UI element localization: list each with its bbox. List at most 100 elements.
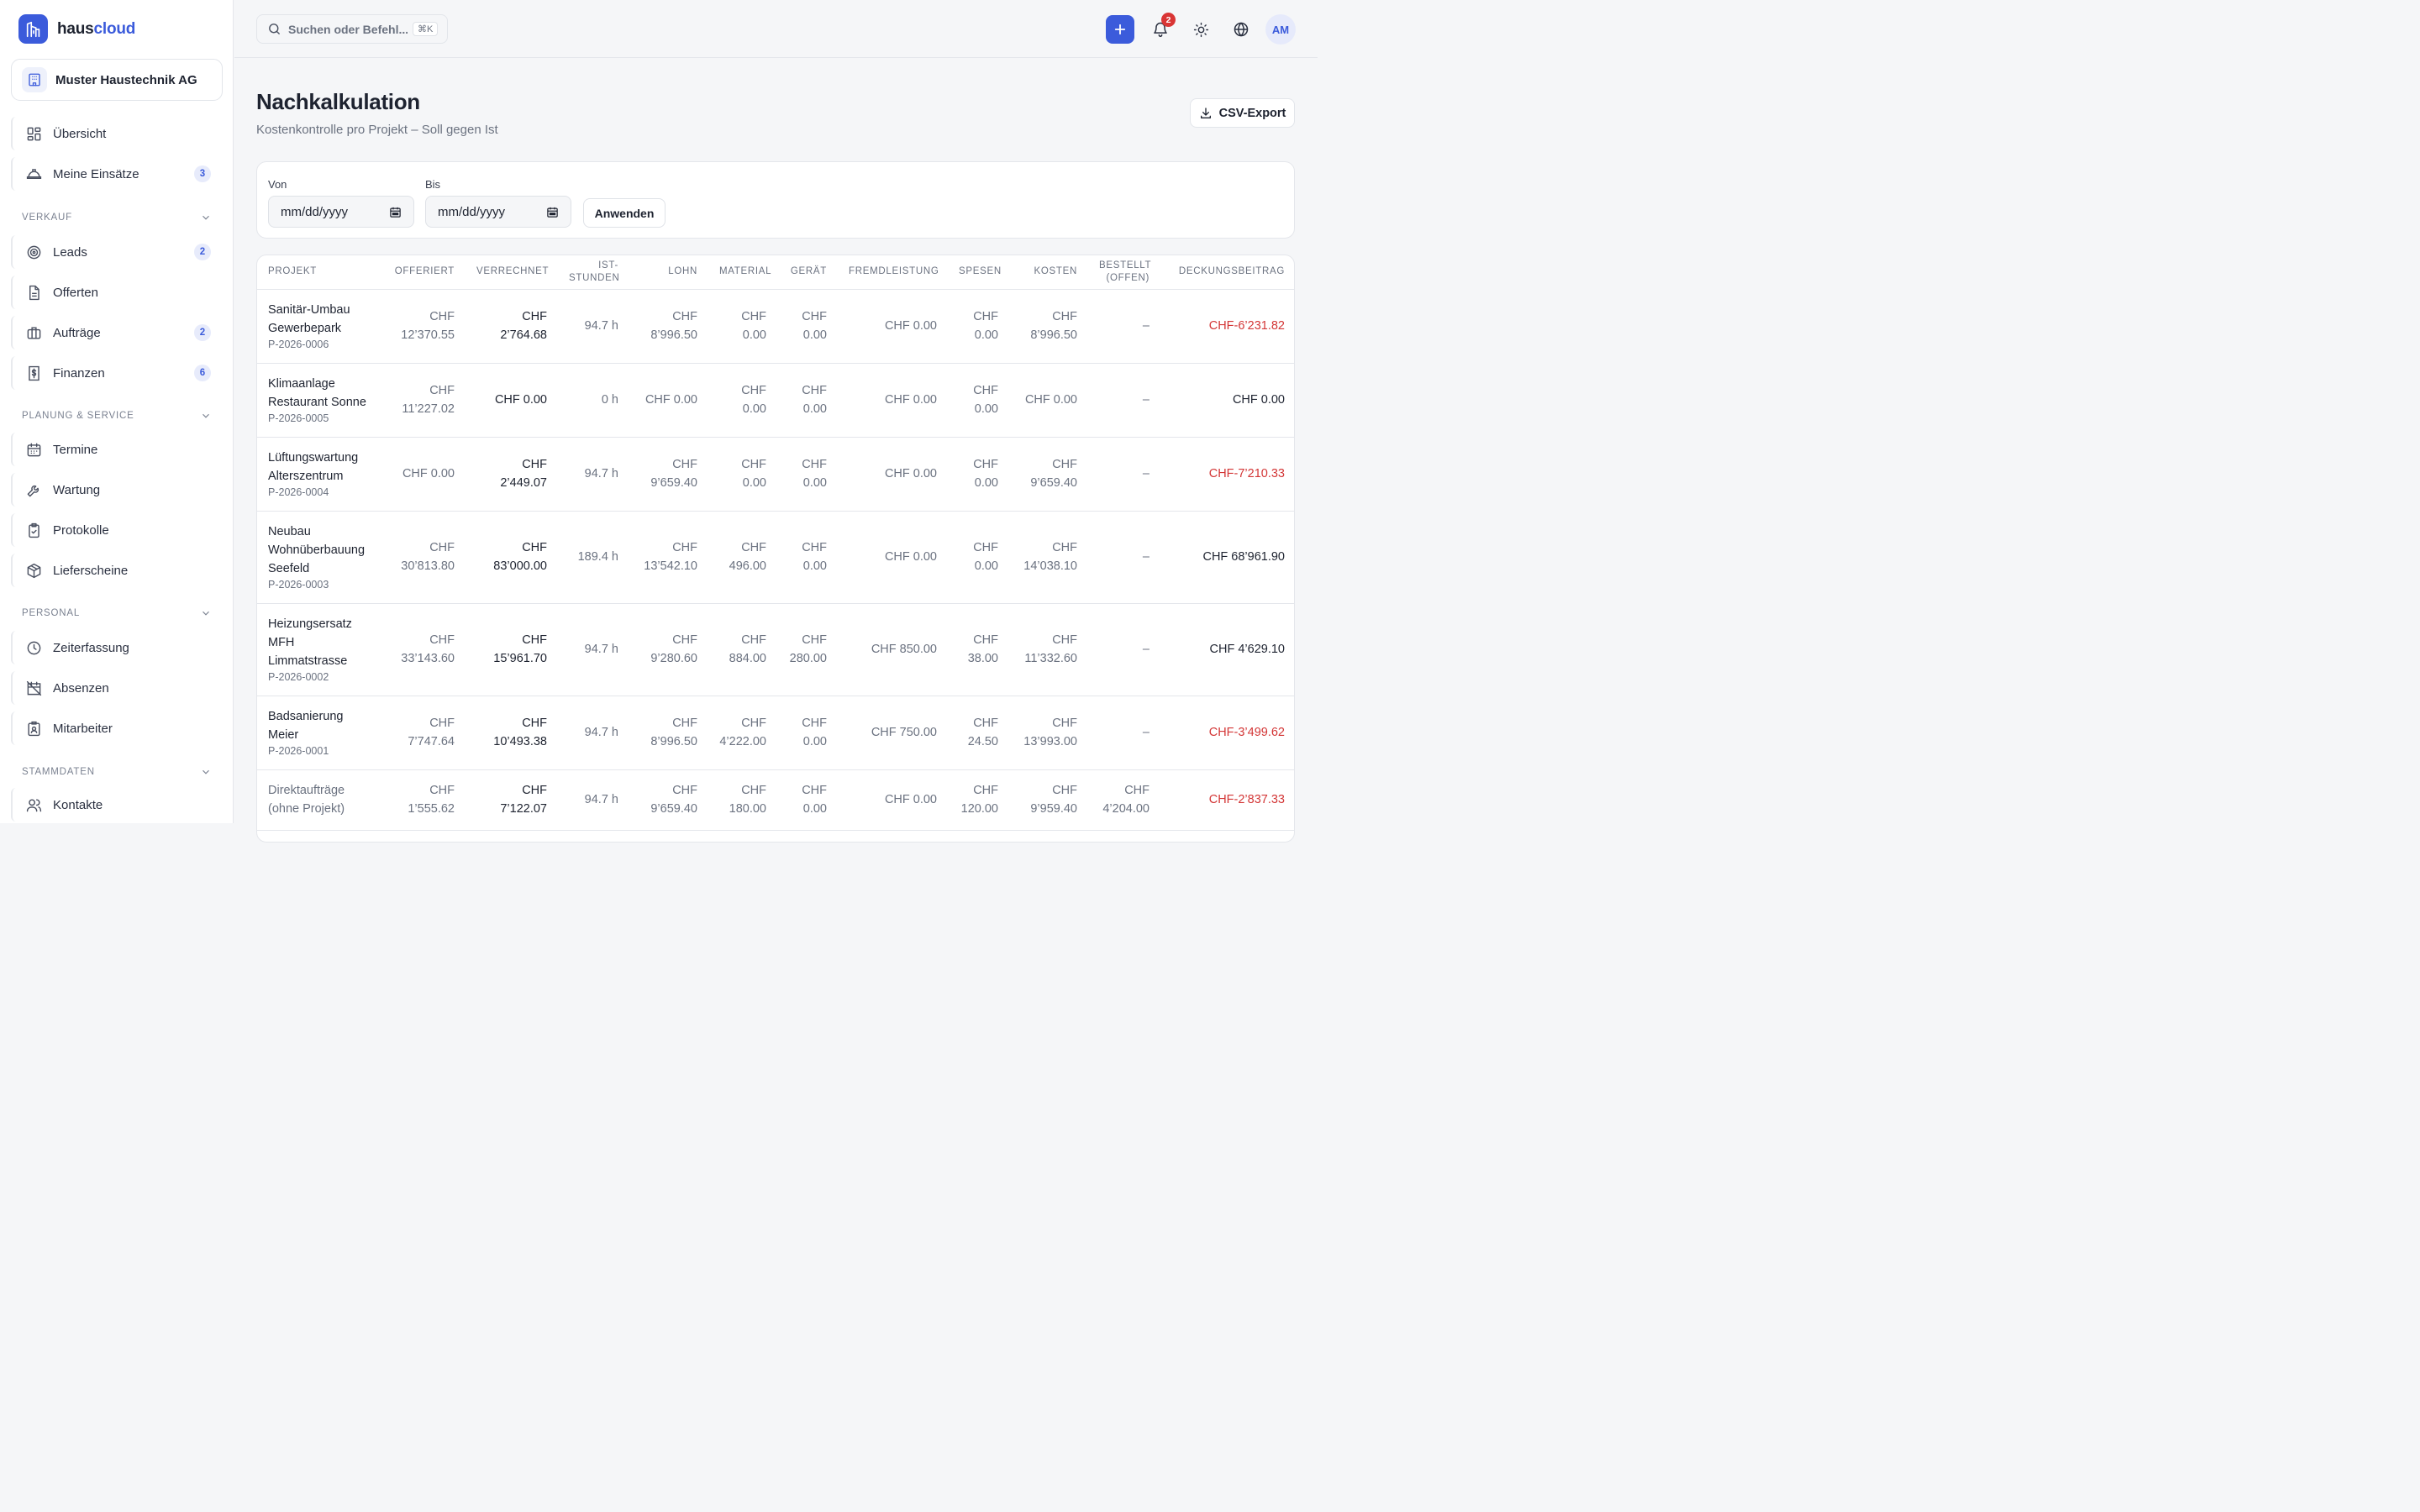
- project-cell[interactable]: Neubau Wohnüberbauung Seefeld P-2026-0003: [257, 511, 381, 604]
- cell-lohn: CHF 0.00: [629, 363, 708, 438]
- project-name: Neubau Wohnüberbauung Seefeld: [268, 525, 366, 575]
- nav-item-leads[interactable]: Leads 2: [11, 235, 223, 269]
- table-row[interactable]: Badsanierung Meier P-2026-0001 CHF 7’747.…: [257, 696, 1294, 770]
- header-lohn[interactable]: LOHN: [629, 255, 708, 290]
- page-title: Nachkalkulation: [256, 89, 420, 114]
- table-row[interactable]: Sanitär-Umbau Gewerbepark P-2026-0006 CHF…: [257, 289, 1294, 364]
- project-cell[interactable]: Klimaanlage Restaurant Sonne P-2026-0005: [257, 363, 381, 438]
- section-header-stammdaten[interactable]: STAMMDATEN: [22, 766, 212, 778]
- header-material[interactable]: MATERIAL: [708, 255, 777, 290]
- wrench-icon: [25, 481, 42, 498]
- nav-label: Aufträge: [53, 325, 101, 340]
- to-date-placeholder: mm/dd/yyyy: [438, 204, 506, 219]
- language-button[interactable]: [1227, 15, 1255, 44]
- calendar-icon[interactable]: [546, 206, 559, 218]
- cell-offeriert: CHF 11’227.02: [381, 363, 466, 438]
- chevron-down-icon: [203, 215, 209, 220]
- download-icon: [1200, 107, 1211, 118]
- search-box[interactable]: ⌘K: [256, 14, 448, 44]
- users-icon: [25, 796, 42, 813]
- user-avatar[interactable]: AM: [1265, 14, 1296, 45]
- header-bestellt[interactable]: BESTELLT (OFFEN): [1088, 255, 1160, 290]
- project-cell[interactable]: Direktaufträge (ohne Projekt): [257, 769, 381, 831]
- nav-label: Meine Einsätze: [53, 166, 139, 181]
- header-kosten[interactable]: KOSTEN: [1009, 255, 1088, 290]
- nav-item-kontakte[interactable]: Kontakte: [11, 788, 223, 822]
- csv-export-button[interactable]: CSV-Export: [1190, 98, 1295, 128]
- filter-card: Von mm/dd/yyyy Bis mm/dd/yyyy Anwenden: [256, 161, 1295, 239]
- table-row[interactable]: Direktaufträge (ohne Projekt) CHF 1’555.…: [257, 769, 1294, 831]
- brand[interactable]: hauscloud: [18, 14, 135, 44]
- project-number: P-2026-0004: [268, 486, 329, 498]
- table-row[interactable]: Heizungsersatz MFH Limmatstrasse P-2026-0…: [257, 603, 1294, 696]
- nav-item-meine-einsaetze[interactable]: Meine Einsätze 3: [11, 157, 223, 191]
- cell-deckungsbeitrag: CHF-2’837.33: [1160, 769, 1294, 831]
- nav-item-uebersicht[interactable]: Übersicht: [11, 117, 223, 150]
- cell-lohn: CHF 8’996.50: [629, 289, 708, 364]
- table-row[interactable]: Neubau Wohnüberbauung Seefeld P-2026-0003…: [257, 511, 1294, 604]
- section-header-personal[interactable]: PERSONAL: [22, 607, 212, 619]
- cell-geraet: CHF 0.00: [777, 696, 838, 770]
- header-ist-stunden[interactable]: IST- STUNDEN: [558, 255, 629, 290]
- sun-icon: [1193, 22, 1208, 37]
- count-badge: 6: [194, 365, 211, 381]
- nav-item-finanzen[interactable]: Finanzen 6: [11, 356, 223, 390]
- header-projekt[interactable]: PROJEKT: [257, 255, 381, 290]
- theme-toggle-button[interactable]: [1186, 15, 1215, 44]
- cell-spesen: CHF 0.00: [948, 437, 1009, 512]
- nav-item-auftraege[interactable]: Aufträge 2: [11, 316, 223, 349]
- brand-name: hauscloud: [57, 19, 136, 38]
- from-date-input[interactable]: mm/dd/yyyy: [268, 196, 414, 228]
- add-button[interactable]: [1106, 15, 1134, 44]
- nav-item-mitarbeiter[interactable]: Mitarbeiter: [11, 711, 223, 745]
- nav-item-protokolle[interactable]: Protokolle: [11, 513, 223, 547]
- table-row[interactable]: Klimaanlage Restaurant Sonne P-2026-0005 …: [257, 363, 1294, 438]
- cell-material: CHF 0.00: [708, 363, 777, 438]
- apply-button[interactable]: Anwenden: [583, 198, 666, 228]
- calendar-icon: [25, 441, 42, 458]
- nav-item-lieferscheine[interactable]: Lieferscheine: [11, 554, 223, 587]
- section-header-verkauf[interactable]: VERKAUF: [22, 212, 212, 223]
- cell-fremdleistung: CHF 0.00: [838, 363, 948, 438]
- cell-offeriert: CHF 0.00: [381, 437, 466, 512]
- project-cell[interactable]: Sanitär-Umbau Gewerbepark P-2026-0006: [257, 289, 381, 364]
- header-spesen[interactable]: SPESEN: [948, 255, 1009, 290]
- section-header-planung[interactable]: PLANUNG & SERVICE: [22, 410, 212, 422]
- cell-offeriert: CHF 12’370.55: [381, 289, 466, 364]
- nav-item-wartung[interactable]: Wartung: [11, 473, 223, 507]
- header-geraet[interactable]: GERÄT: [777, 255, 838, 290]
- count-badge: 2: [194, 244, 211, 260]
- header-fremdleistung[interactable]: FREMDLEISTUNG: [838, 255, 948, 290]
- nav-item-absenzen[interactable]: Absenzen: [11, 671, 223, 705]
- cell-material: CHF 496.00: [708, 511, 777, 604]
- chevron-down-icon: [203, 611, 209, 616]
- cell-ist-stunden: 94.7 h: [558, 437, 629, 512]
- cell-spesen: CHF 120.00: [948, 769, 1009, 831]
- header-deckungsbeitrag[interactable]: DECKUNGSBEITRAG: [1160, 255, 1294, 290]
- cell-kosten: CHF 9’659.40: [1009, 437, 1088, 512]
- project-cell[interactable]: Heizungsersatz MFH Limmatstrasse P-2026-0…: [257, 603, 381, 696]
- table-header-row: PROJEKT OFFERIERT VERRECHNET IST- STUNDEN…: [257, 255, 1294, 290]
- project-cell[interactable]: Badsanierung Meier P-2026-0001: [257, 696, 381, 770]
- cell-offeriert: CHF 1’555.62: [381, 769, 466, 831]
- company-switcher[interactable]: Muster Haustechnik AG: [11, 59, 223, 101]
- project-name: Sanitär-Umbau Gewerbepark: [268, 303, 350, 335]
- table-row[interactable]: Lüftungswartung Alterszentrum P-2026-0004…: [257, 437, 1294, 512]
- nav-item-termine[interactable]: Termine: [11, 433, 223, 466]
- calendar-off-icon: [25, 680, 42, 696]
- nav-item-offerten[interactable]: Offerten: [11, 276, 223, 309]
- header-verrechnet[interactable]: VERRECHNET: [466, 255, 558, 290]
- header-offeriert[interactable]: OFFERIERT: [381, 255, 466, 290]
- to-date-input[interactable]: mm/dd/yyyy: [425, 196, 571, 228]
- cell-bestellt: –: [1088, 437, 1160, 512]
- project-cell[interactable]: Lüftungswartung Alterszentrum P-2026-0004: [257, 437, 381, 512]
- nav-item-zeiterfassung[interactable]: Zeiterfassung: [11, 631, 223, 664]
- nav-label: Protokolle: [53, 522, 109, 538]
- notifications-button[interactable]: 2: [1146, 13, 1176, 44]
- cell-ist-stunden: 0 h: [558, 363, 629, 438]
- nav-label: Absenzen: [53, 680, 109, 696]
- nav-label: Mitarbeiter: [53, 721, 113, 736]
- dashboard-icon: [25, 125, 42, 142]
- calendar-icon[interactable]: [389, 206, 402, 218]
- search-input[interactable]: [288, 22, 408, 36]
